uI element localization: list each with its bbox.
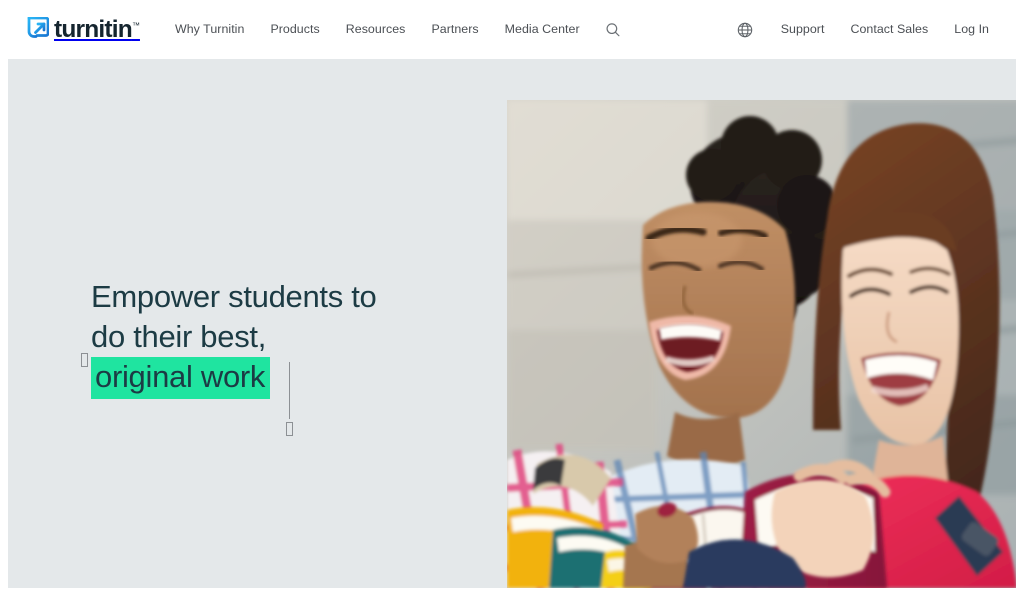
nav-link-support[interactable]: Support xyxy=(768,0,838,59)
nav-link-why-turnitin[interactable]: Why Turnitin xyxy=(162,0,257,59)
nav-link-contact-sales[interactable]: Contact Sales xyxy=(837,0,941,59)
secondary-navigation: Support Contact Sales Log In xyxy=(734,0,1002,59)
nav-link-products[interactable]: Products xyxy=(257,0,332,59)
site-logo[interactable]: turnitin™ xyxy=(26,11,140,49)
header-inner: turnitin™ Why Turnitin Products Resource… xyxy=(0,0,1024,59)
search-button[interactable] xyxy=(602,19,624,41)
page-bottom-band xyxy=(0,588,1024,611)
selection-handle-left[interactable] xyxy=(81,353,88,367)
nav-link-media-center[interactable]: Media Center xyxy=(492,0,593,59)
hero-headline: Empower students to do their best, origi… xyxy=(81,277,491,436)
primary-navigation: Why Turnitin Products Resources Partners… xyxy=(162,0,624,59)
nav-link-partners[interactable]: Partners xyxy=(418,0,491,59)
headline-line-3: original work xyxy=(91,357,491,399)
logo-wordmark: turnitin™ xyxy=(54,18,140,43)
headline-line-2: do their best, xyxy=(91,319,267,354)
nav-link-resources[interactable]: Resources xyxy=(333,0,419,59)
hero-photo-illustration xyxy=(507,100,1016,588)
selection-handle-bottom[interactable] xyxy=(286,422,293,436)
language-selector-button[interactable] xyxy=(734,19,756,41)
hero-section: Empower students to do their best, origi… xyxy=(8,59,1016,588)
selection-handle-bar[interactable] xyxy=(289,362,290,419)
logo-wordmark-text: turnitin xyxy=(54,16,133,44)
turnitin-arrow-logo-icon xyxy=(27,17,49,38)
site-header: turnitin™ Why Turnitin Products Resource… xyxy=(0,0,1024,59)
headline-highlight: original work xyxy=(91,357,271,399)
logo-trademark: ™ xyxy=(131,21,140,31)
hero-copy: Empower students to do their best, origi… xyxy=(81,277,491,436)
globe-icon xyxy=(737,22,752,37)
search-icon xyxy=(606,22,620,36)
headline-line-1: Empower students to xyxy=(91,279,377,314)
nav-link-log-in[interactable]: Log In xyxy=(941,0,1002,59)
hero-image xyxy=(507,100,1016,588)
